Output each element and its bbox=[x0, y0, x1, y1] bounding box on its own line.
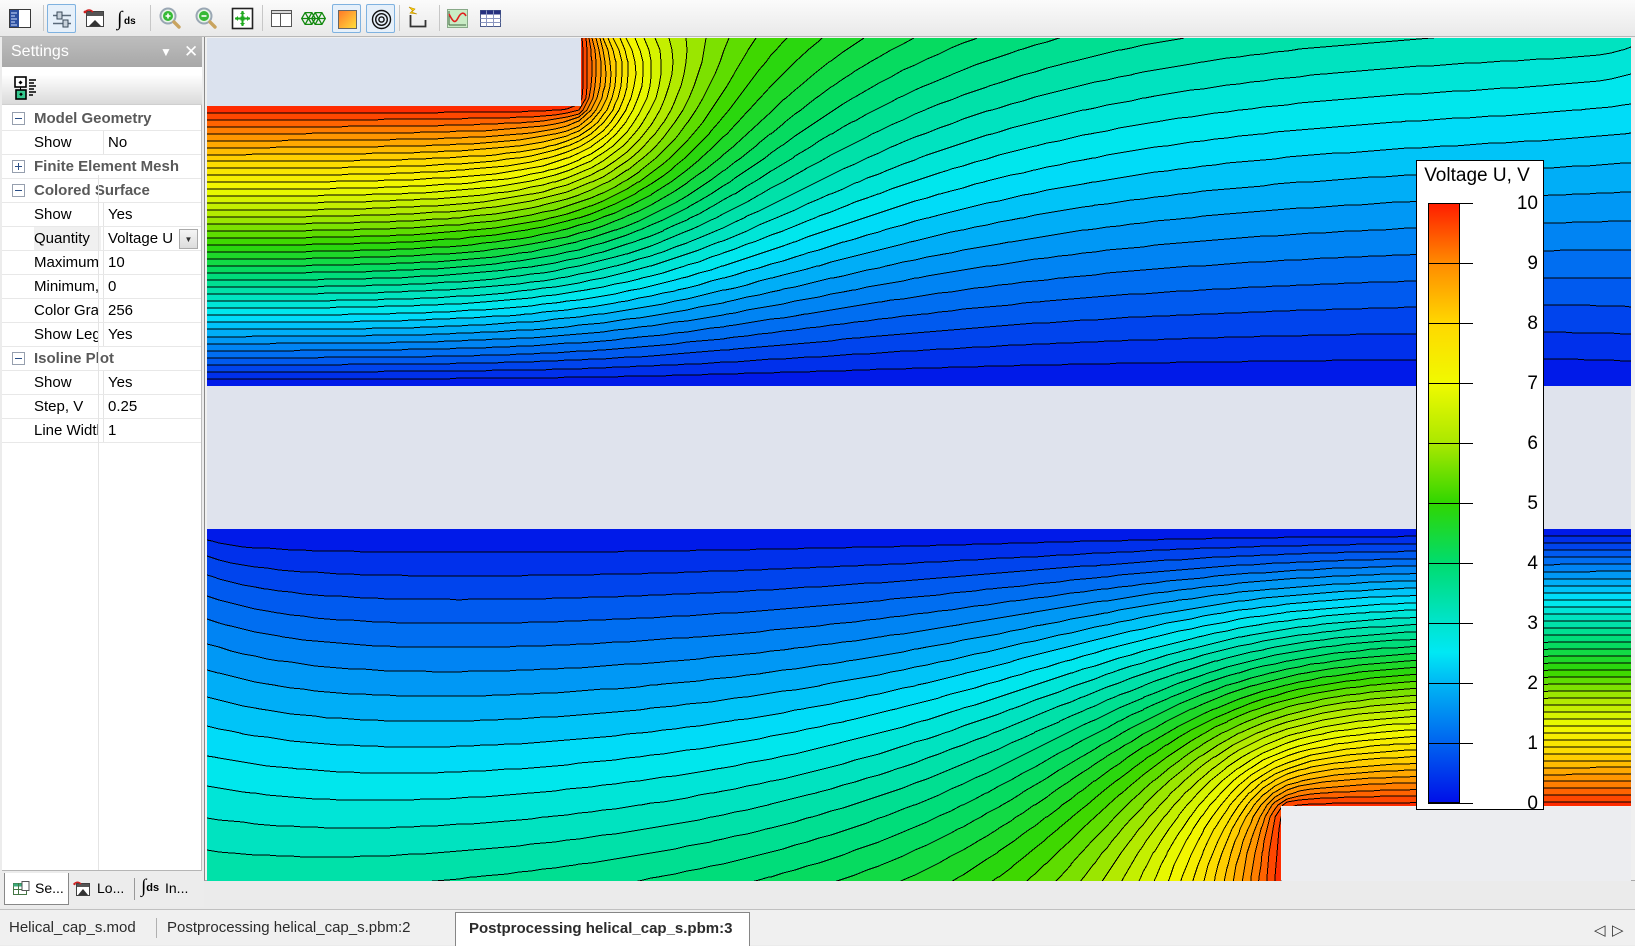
svg-text:∫: ∫ bbox=[115, 8, 124, 31]
svg-text:ds: ds bbox=[124, 16, 136, 27]
